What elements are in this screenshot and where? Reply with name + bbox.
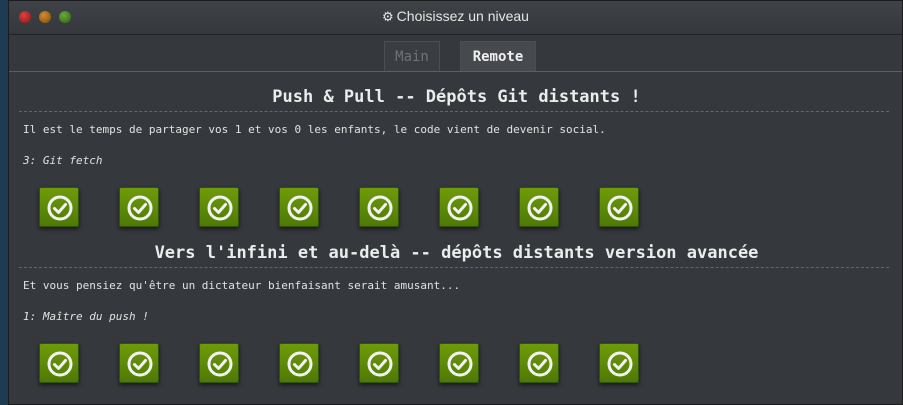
checkmark-icon [207,195,233,221]
level-button[interactable] [439,343,479,383]
checkmark-icon [47,195,73,221]
level-button[interactable] [119,187,159,227]
checkmark-icon [527,195,553,221]
level-button[interactable] [279,343,319,383]
level-button[interactable] [39,343,79,383]
level-button[interactable] [359,187,399,227]
level-button[interactable] [599,187,639,227]
level-button[interactable] [119,343,159,383]
section-title: Vers l'infini et au-delà -- dépôts dista… [154,243,759,263]
checkmark-icon [447,195,473,221]
level-button[interactable] [519,187,559,227]
checkmark-icon [287,351,313,377]
checkmark-icon [367,351,393,377]
section-divider [19,267,889,268]
tab-bar: Main Remote [9,34,902,72]
checkmark-icon [527,351,553,377]
level-button[interactable] [199,187,239,227]
section-divider [19,111,889,112]
level-grid [39,187,679,229]
section-title: Push & Pull -- Dépôts Git distants ! [272,87,641,107]
tab-main[interactable]: Main [384,41,440,71]
title-bar: ⚙ Choisissez un niveau [9,1,902,35]
window-title-text: Choisissez un niveau [396,8,529,24]
section-current-level: 1: Maître du push ! [23,310,149,323]
section-description: Il est le temps de partager vos 1 et vos… [23,123,606,136]
checkmark-icon [47,351,73,377]
checkmark-icon [367,195,393,221]
checkmark-icon [207,351,233,377]
level-grid [39,343,679,385]
level-select-window: ⚙ Choisissez un niveau Main Remote Push &… [8,0,903,405]
level-button[interactable] [439,187,479,227]
level-button[interactable] [519,343,559,383]
checkmark-icon [127,351,153,377]
checkmark-icon [607,195,633,221]
level-button[interactable] [599,343,639,383]
level-button[interactable] [39,187,79,227]
level-button[interactable] [199,343,239,383]
window-title: ⚙ Choisissez un niveau [9,8,902,25]
level-button[interactable] [279,187,319,227]
tab-remote[interactable]: Remote [460,41,536,71]
level-button[interactable] [359,343,399,383]
checkmark-icon [127,195,153,221]
gear-icon: ⚙ [382,9,394,24]
checkmark-icon [607,351,633,377]
section-current-level: 3: Git fetch [23,154,103,167]
section-description: Et vous pensiez qu'être un dictateur bie… [23,279,461,292]
checkmark-icon [287,195,313,221]
checkmark-icon [447,351,473,377]
